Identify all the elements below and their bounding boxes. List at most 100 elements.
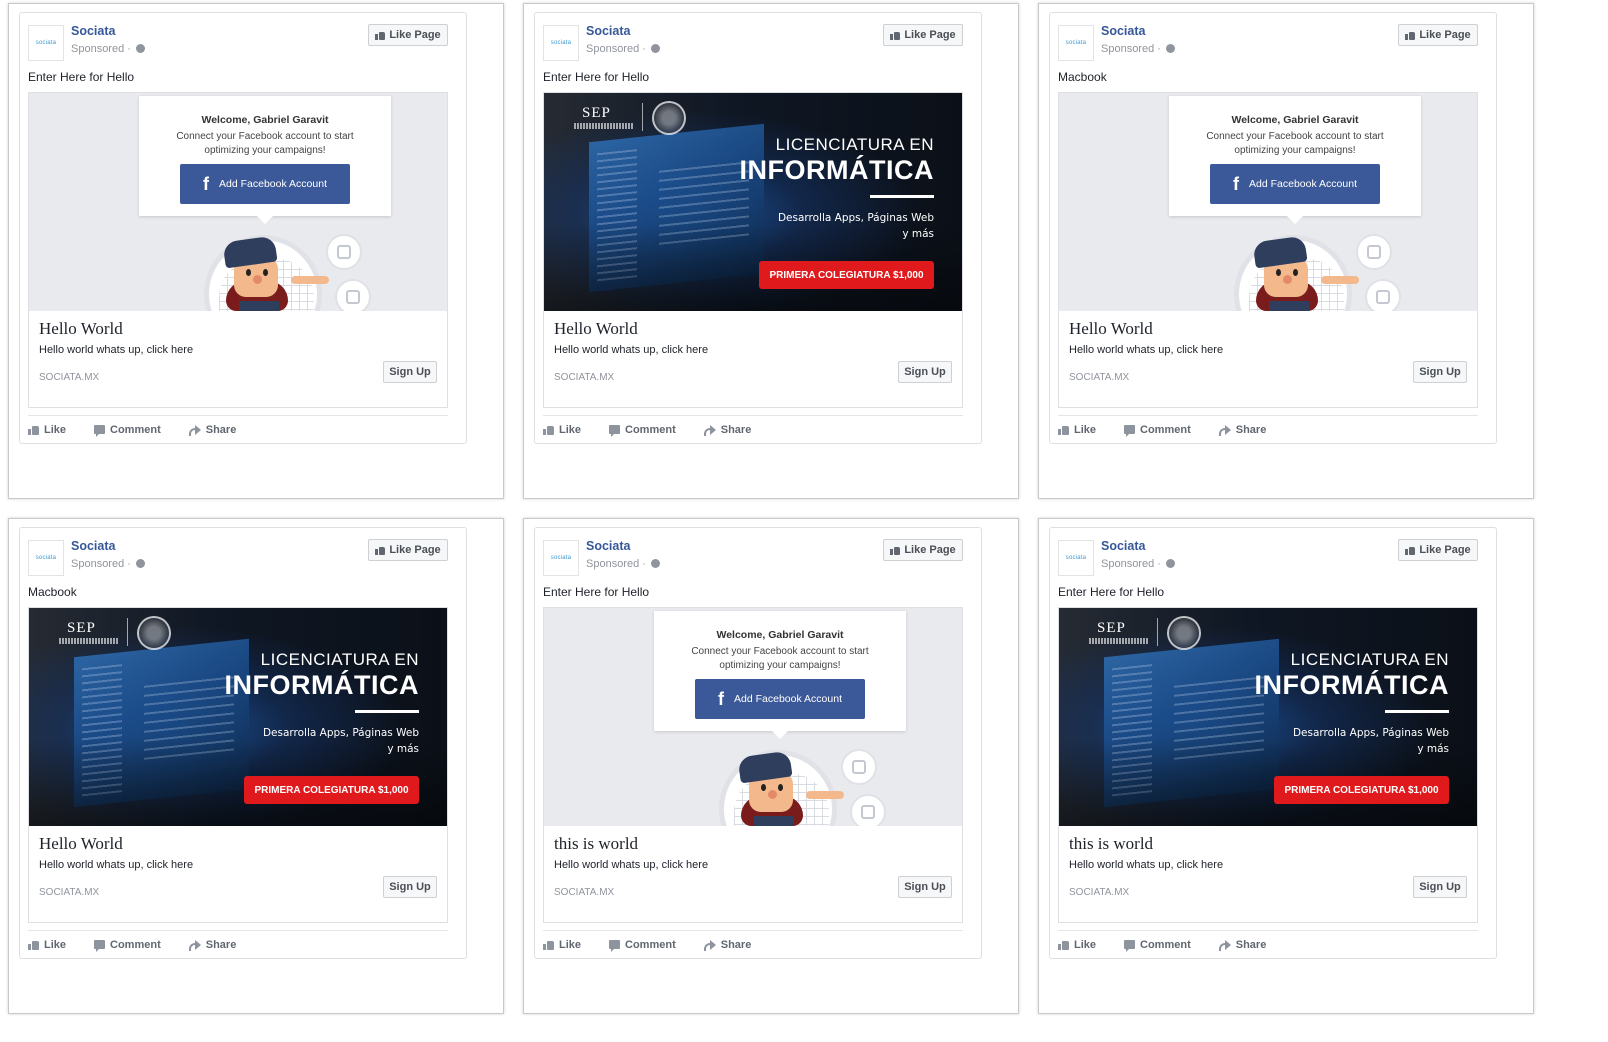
page-avatar[interactable]: sociata [543, 540, 579, 576]
creative-line-2: INFORMÁTICA [1254, 670, 1449, 700]
like-action[interactable]: Like [543, 424, 581, 436]
creative-rule [355, 710, 419, 713]
globe-icon [651, 44, 660, 53]
creative-line-3a: Desarrolla Apps, Páginas Web [1292, 727, 1449, 739]
sponsored-text: Sponsored · [586, 558, 646, 570]
creative-welcome[interactable]: Welcome, Gabriel Garavit Connect your Fa… [544, 608, 962, 826]
like-page-button[interactable]: Like Page [883, 539, 963, 561]
sign-up-button[interactable]: Sign Up [383, 361, 437, 383]
like-page-button[interactable]: Like Page [883, 24, 963, 46]
like-action[interactable]: Like [28, 939, 66, 951]
page-name-link[interactable]: Sociata [71, 24, 115, 38]
comment-label: Comment [625, 938, 676, 951]
comment-icon [1124, 425, 1136, 437]
comment-action[interactable]: Comment [609, 424, 676, 437]
like-page-button[interactable]: Like Page [1398, 24, 1478, 46]
ad-domain: SOCIATA.MX [554, 372, 615, 383]
thumbs-up-icon [375, 546, 386, 555]
sign-up-button[interactable]: Sign Up [898, 876, 952, 898]
comment-action[interactable]: Comment [1124, 424, 1191, 437]
like-action[interactable]: Like [1058, 424, 1096, 436]
share-action[interactable]: Share [703, 939, 751, 951]
link-attachment[interactable]: SEP LICENCIATURA EN INFORMÁTICA Desarrol… [28, 607, 448, 923]
welcome-title: Welcome, Gabriel Garavit [201, 114, 329, 126]
post-header: sociata Sociata Sponsored · Like Page [535, 13, 981, 63]
ad-headline[interactable]: Hello World [554, 319, 638, 339]
ad-headline[interactable]: Hello World [39, 834, 123, 854]
seal-icon [652, 101, 686, 135]
attachment-body: Hello World Hello world whats up, click … [1059, 311, 1477, 407]
ad-preview-frame: sociata Sociata Sponsored · Like Page En… [523, 3, 1019, 499]
link-attachment[interactable]: SEP LICENCIATURA EN INFORMÁTICA Desarrol… [543, 92, 963, 408]
page-avatar[interactable]: sociata [1058, 25, 1094, 61]
ad-headline[interactable]: this is world [1069, 834, 1153, 854]
comment-action[interactable]: Comment [94, 423, 161, 437]
comment-action[interactable]: Comment [609, 938, 676, 952]
primera-colegiatura-button[interactable]: PRIMERA COLEGIATURA $1,000 [1274, 776, 1449, 804]
comment-label: Comment [110, 423, 161, 436]
creative-welcome[interactable]: Welcome, Gabriel Garavit Connect your Fa… [1059, 93, 1477, 311]
mascot-body [239, 301, 279, 311]
attachment-body: this is world Hello world whats up, clic… [544, 826, 962, 922]
mascot-body [754, 816, 794, 826]
sociata-logo-text: sociata [35, 555, 57, 561]
share-action[interactable]: Share [188, 424, 236, 436]
page-avatar[interactable]: sociata [1058, 540, 1094, 576]
link-attachment[interactable]: Welcome, Gabriel Garavit Connect your Fa… [543, 607, 963, 923]
like-page-button[interactable]: Like Page [368, 24, 448, 46]
facebook-icon: f [1233, 173, 1239, 194]
add-facebook-account-button[interactable]: f Add Facebook Account [1210, 164, 1380, 204]
share-action[interactable]: Share [703, 424, 751, 436]
comment-action[interactable]: Comment [1124, 939, 1191, 952]
ad-headline[interactable]: this is world [554, 834, 638, 854]
sign-up-button[interactable]: Sign Up [1413, 876, 1467, 898]
link-attachment[interactable]: Welcome, Gabriel Garavit Connect your Fa… [28, 92, 448, 408]
mascot-arm [291, 276, 329, 284]
page-name-link[interactable]: Sociata [1101, 24, 1145, 38]
like-action[interactable]: Like [28, 424, 66, 436]
page-avatar[interactable]: sociata [28, 540, 64, 576]
add-facebook-account-label: Add Facebook Account [734, 693, 842, 705]
attachment-body: Hello World Hello world whats up, click … [544, 311, 962, 407]
page-avatar[interactable]: sociata [28, 25, 64, 61]
ad-headline[interactable]: Hello World [1069, 319, 1153, 339]
creative-sep[interactable]: SEP LICENCIATURA EN INFORMÁTICA Desarrol… [544, 93, 962, 311]
share-action[interactable]: Share [1218, 424, 1266, 436]
page-name-link[interactable]: Sociata [586, 24, 630, 38]
creative-welcome[interactable]: Welcome, Gabriel Garavit Connect your Fa… [29, 93, 447, 311]
link-attachment[interactable]: Welcome, Gabriel Garavit Connect your Fa… [1058, 92, 1478, 408]
ad-description: Hello world whats up, click here [39, 344, 194, 356]
primera-colegiatura-button[interactable]: PRIMERA COLEGIATURA $1,000 [244, 776, 419, 804]
like-page-label: Like Page [389, 29, 441, 41]
like-page-button[interactable]: Like Page [368, 539, 448, 561]
like-action[interactable]: Like [543, 939, 581, 951]
share-action[interactable]: Share [188, 939, 236, 951]
page-avatar[interactable]: sociata [543, 25, 579, 61]
bubble-icon [850, 794, 886, 826]
sign-up-button[interactable]: Sign Up [898, 361, 952, 383]
post-actions: Like Comment Share [1058, 415, 1478, 443]
ad-description: Hello world whats up, click here [554, 344, 709, 356]
globe-icon [651, 559, 660, 568]
post-header: sociata Sociata Sponsored · Like Page [1050, 528, 1496, 578]
add-facebook-account-button[interactable]: f Add Facebook Account [695, 679, 865, 719]
add-facebook-account-button[interactable]: f Add Facebook Account [180, 164, 350, 204]
like-page-button[interactable]: Like Page [1398, 539, 1478, 561]
comment-action[interactable]: Comment [94, 939, 161, 952]
creative-line-3a: Desarrolla Apps, Páginas Web [262, 727, 419, 739]
creative-sep[interactable]: SEP LICENCIATURA EN INFORMÁTICA Desarrol… [1059, 608, 1477, 826]
sign-up-button[interactable]: Sign Up [1413, 361, 1467, 383]
link-attachment[interactable]: SEP LICENCIATURA EN INFORMÁTICA Desarrol… [1058, 607, 1478, 923]
thumbs-up-icon [890, 31, 901, 40]
bubble-icon [335, 279, 371, 311]
sign-up-button[interactable]: Sign Up [383, 876, 437, 898]
primera-colegiatura-button[interactable]: PRIMERA COLEGIATURA $1,000 [759, 261, 934, 289]
share-action[interactable]: Share [1218, 939, 1266, 951]
page-name-link[interactable]: Sociata [586, 539, 630, 553]
page-name-link[interactable]: Sociata [1101, 539, 1145, 553]
share-icon [188, 424, 201, 436]
page-name-link[interactable]: Sociata [71, 539, 115, 553]
like-action[interactable]: Like [1058, 939, 1096, 951]
creative-sep[interactable]: SEP LICENCIATURA EN INFORMÁTICA Desarrol… [29, 608, 447, 826]
ad-headline[interactable]: Hello World [39, 319, 123, 339]
